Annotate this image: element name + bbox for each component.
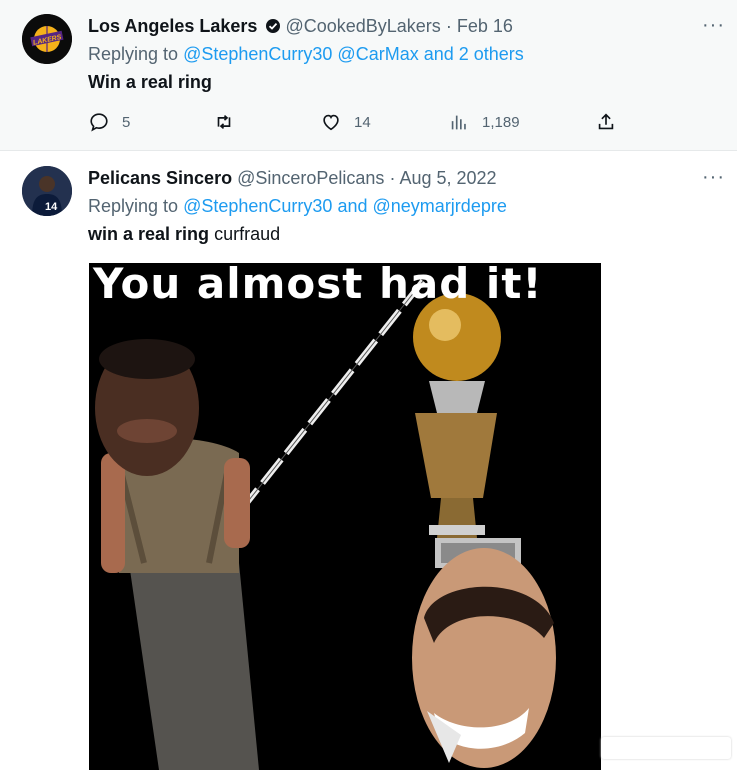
tweet-text: Win a real ring	[88, 72, 212, 92]
tweet-header: Los Angeles Lakers @CookedByLakers · Feb…	[88, 16, 513, 37]
view-count: 1,189	[482, 113, 520, 131]
like-count: 14	[354, 113, 371, 131]
reply-button[interactable]: 5	[88, 111, 130, 133]
replying-to: Replying to @StephenCurry30 and @neymarj…	[88, 196, 507, 217]
reply-icon	[90, 113, 108, 132]
meme-image[interactable]: You almost had it!	[89, 263, 601, 770]
like-button[interactable]: 14	[320, 111, 371, 133]
tweet-date[interactable]: Aug 5, 2022	[399, 168, 496, 188]
reply-count: 5	[122, 113, 131, 131]
avatar-pelicans[interactable]: 14	[22, 166, 72, 216]
tweet-text-rest: curfraud	[214, 224, 281, 244]
handle[interactable]: @SinceroPelicans	[237, 168, 384, 188]
avatar-lakers[interactable]: LAKERS	[22, 14, 72, 64]
mention-links[interactable]: @StephenCurry30 @CarMax and 2 others	[183, 44, 524, 64]
tweet-text-bold: win a real ring	[88, 224, 210, 244]
tweet-header: Pelicans Sincero @SinceroPelicans · Aug …	[88, 168, 497, 189]
views-button[interactable]: 1,189	[448, 111, 520, 133]
tweet-lakers[interactable]: LAKERS Los Angeles Lakers @CookedByLaker…	[0, 0, 737, 151]
verified-icon	[266, 19, 281, 33]
display-name[interactable]: Los Angeles Lakers	[88, 16, 257, 36]
more-icon[interactable]: ···	[702, 166, 725, 189]
handle[interactable]: @CookedByLakers	[285, 16, 440, 36]
views-icon	[451, 115, 466, 130]
meme-illustration	[89, 263, 601, 770]
replying-label: Replying to	[88, 196, 179, 216]
mention-link[interactable]: @StephenCurry30	[183, 196, 332, 216]
lakers-logo: LAKERS	[22, 14, 72, 64]
mention-link[interactable]: @neymarjrdepre	[373, 196, 507, 216]
and-word: and	[337, 196, 368, 216]
more-icon[interactable]: ···	[702, 14, 725, 37]
separator: ·	[389, 168, 396, 188]
replying-label: Replying to	[88, 44, 179, 64]
svg-text:14: 14	[45, 201, 58, 213]
display-name[interactable]: Pelicans Sincero	[88, 168, 232, 188]
player-photo: 14	[22, 166, 72, 216]
share-button[interactable]	[595, 111, 617, 133]
separator: ·	[445, 16, 452, 36]
meme-caption: You almost had it!	[93, 263, 543, 308]
action-bar: 5 14 1,189	[88, 111, 628, 137]
retweet-button[interactable]	[213, 111, 235, 133]
share-icon	[598, 113, 614, 130]
retweet-icon	[217, 114, 231, 130]
replying-to: Replying to @StephenCurry30 @CarMax and …	[88, 44, 524, 65]
smiling-figure	[412, 548, 556, 768]
tweet-date[interactable]: Feb 16	[457, 16, 513, 36]
tweet-text: win a real ring curfraud	[88, 224, 280, 245]
watermark	[601, 737, 731, 759]
like-icon	[323, 114, 339, 131]
